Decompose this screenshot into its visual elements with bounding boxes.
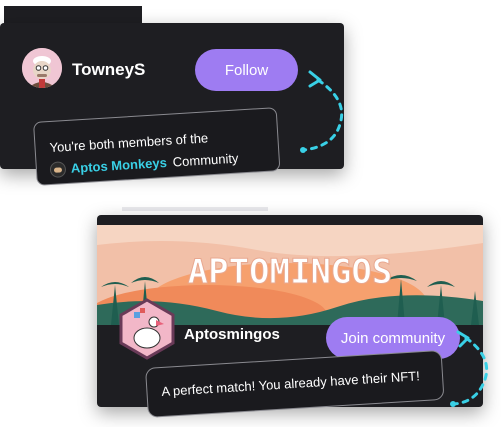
- community-link[interactable]: Aptos Monkeys: [70, 155, 167, 176]
- user-avatar[interactable]: [22, 48, 62, 88]
- follow-button[interactable]: Follow: [195, 49, 298, 91]
- community-suffix: Community: [172, 150, 239, 170]
- community-name[interactable]: Aptosmingos: [184, 326, 280, 343]
- community-logo-icon[interactable]: [118, 298, 176, 360]
- membership-tooltip: You're both members of the Aptos Monkeys…: [33, 107, 281, 186]
- monkey-avatar-icon: [22, 48, 62, 88]
- monkey-icon: [50, 161, 66, 177]
- tooltip-text: You're both members of the: [49, 130, 209, 156]
- username[interactable]: TowneyS: [72, 60, 145, 80]
- tooltip-community-line: Aptos Monkeys Community: [50, 150, 239, 177]
- banner-title: APTOMINGOS: [188, 252, 393, 292]
- curved-arrow-icon: [300, 70, 344, 153]
- tooltip-text: A perfect match! You already have their …: [161, 368, 421, 400]
- decorative-strip: [4, 6, 142, 26]
- curved-arrow-icon: [450, 330, 489, 407]
